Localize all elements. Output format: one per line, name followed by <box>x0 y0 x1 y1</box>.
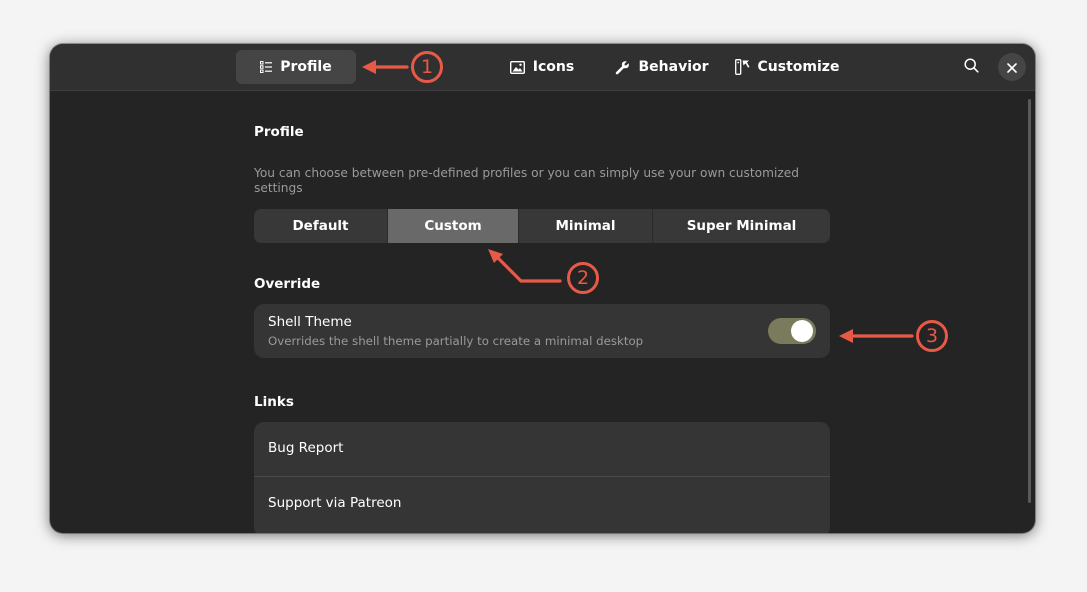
customize-icon <box>734 59 750 75</box>
link-support-patreon-label: Support via Patreon <box>268 495 402 511</box>
tab-icons[interactable]: Icons <box>502 50 582 84</box>
shell-theme-subtitle: Overrides the shell theme partially to c… <box>268 334 644 348</box>
annotation-badge-1: 1 <box>411 51 443 83</box>
profile-section-title: Profile <box>254 124 304 140</box>
shell-theme-row: Shell Theme Overrides the shell theme pa… <box>254 304 830 358</box>
shell-theme-title: Shell Theme <box>268 314 352 330</box>
annotation-badge-3: 3 <box>916 320 948 352</box>
tab-customize[interactable]: Customize <box>732 50 842 84</box>
wrench-icon <box>615 60 630 75</box>
switch-knob <box>791 320 813 342</box>
tab-icons-label: Icons <box>532 59 575 75</box>
list-icon <box>260 61 273 73</box>
profile-option-default[interactable]: Default <box>254 209 388 243</box>
header-bar: Profile Icons Behavior Customize <box>50 44 1035 91</box>
links-list: Bug Report Support via Patreon <box>254 422 830 533</box>
profile-option-minimal[interactable]: Minimal <box>519 209 653 243</box>
annotation-badge-2: 2 <box>567 262 599 294</box>
search-button[interactable] <box>957 53 985 81</box>
tab-profile-label: Profile <box>280 59 332 75</box>
link-bug-report-label: Bug Report <box>268 440 344 456</box>
link-support-patreon[interactable]: Support via Patreon <box>254 477 830 531</box>
image-icon <box>509 60 525 74</box>
link-bug-report[interactable]: Bug Report <box>254 422 830 476</box>
profile-option-super-minimal[interactable]: Super Minimal <box>653 209 830 243</box>
override-section-title: Override <box>254 276 321 292</box>
shell-theme-switch[interactable] <box>768 318 816 344</box>
close-button[interactable] <box>998 53 1026 81</box>
links-section-title: Links <box>254 394 294 410</box>
scrollbar[interactable] <box>1028 99 1031 503</box>
search-icon <box>963 57 979 77</box>
tab-customize-label: Customize <box>757 59 840 75</box>
preferences-page: Profile You can choose between pre-defin… <box>50 91 1035 533</box>
tab-profile[interactable]: Profile <box>236 50 356 84</box>
close-icon <box>1007 58 1017 77</box>
settings-window: Profile Icons Behavior Customize Profile… <box>50 44 1035 533</box>
tab-behavior[interactable]: Behavior <box>612 50 712 84</box>
profile-option-custom[interactable]: Custom <box>388 209 519 243</box>
tab-behavior-label: Behavior <box>638 59 709 75</box>
profile-description: You can choose between pre-defined profi… <box>254 166 799 195</box>
profile-selector: Default Custom Minimal Super Minimal <box>254 209 830 243</box>
